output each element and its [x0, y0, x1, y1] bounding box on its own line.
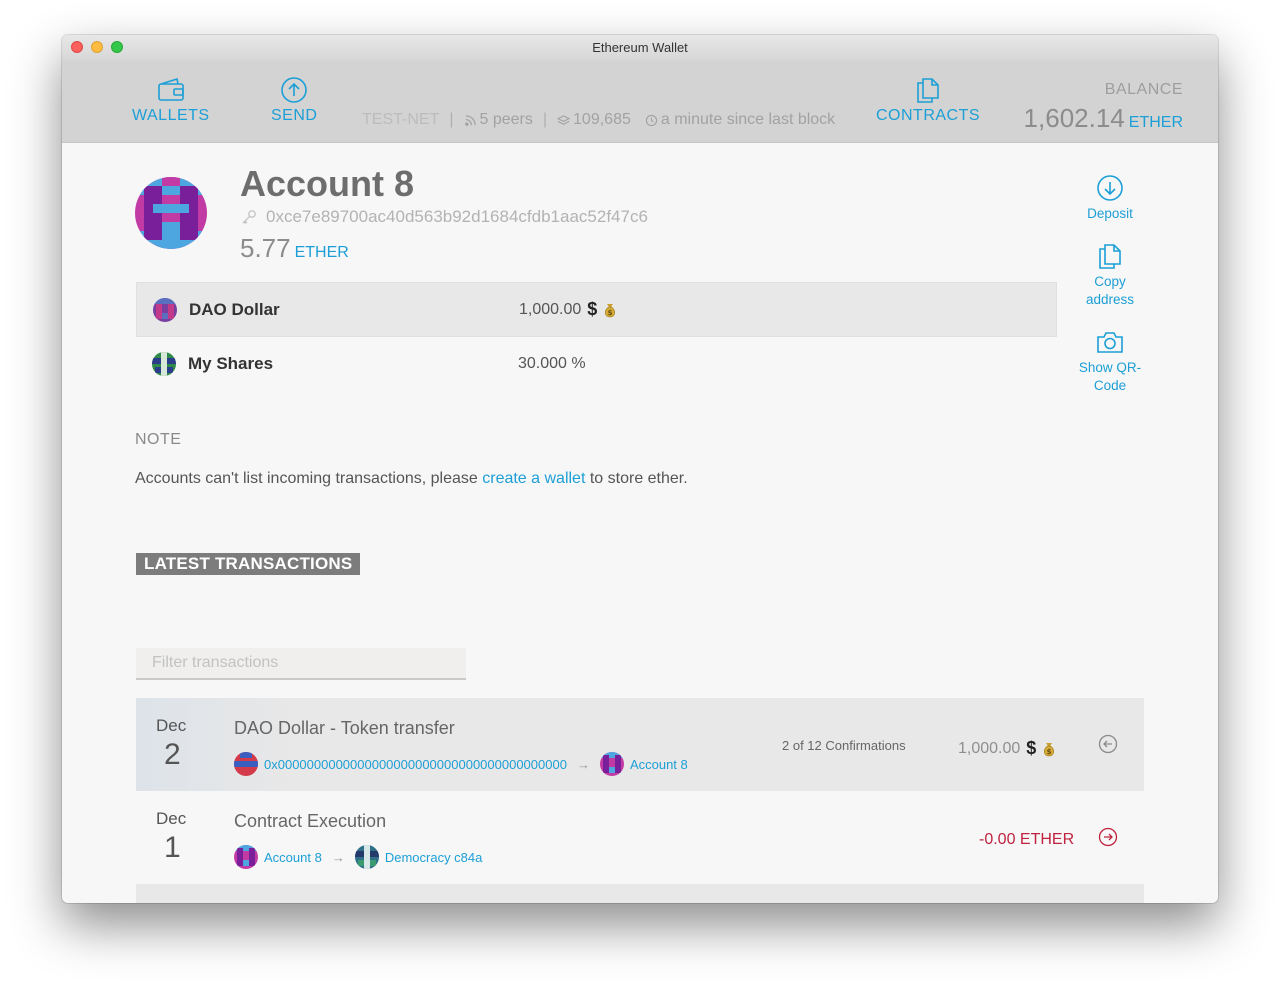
note-text: Accounts can't list incoming transaction…	[135, 470, 688, 487]
copy-address-button[interactable]: Copy address	[1072, 241, 1148, 309]
latest-transactions-heading: LATEST TRANSACTIONS	[136, 553, 361, 575]
outgoing-arrow-icon[interactable]	[1098, 827, 1118, 847]
account-identicon	[135, 177, 207, 249]
block-number: 109,685	[573, 111, 631, 128]
balance-label: BALANCE	[1104, 81, 1183, 98]
copy-icon	[1099, 244, 1121, 269]
account-page: Account 8 0xce7e89700ac40d563b92d1684cfd…	[62, 143, 1218, 903]
account-name: Account 8	[240, 163, 415, 204]
token-row[interactable]: My Shares 30.000 %	[136, 337, 1057, 390]
my-shares-identicon	[152, 351, 176, 376]
peers-count: 5 peers	[479, 111, 533, 128]
token-row[interactable]: DAO Dollar 1,000.00 $ $	[136, 282, 1057, 337]
arrow-right-icon: →	[331, 849, 345, 865]
svg-text:$: $	[608, 309, 613, 317]
tx-from-account[interactable]: Account 8	[264, 850, 322, 865]
contract-identicon	[354, 845, 379, 869]
tx-month: Dec	[156, 809, 187, 828]
send-nav-button[interactable]: SEND	[271, 75, 317, 125]
last-block-time: a minute since last block	[660, 111, 836, 128]
tx-title: DAO Dollar - Token transfer	[234, 718, 455, 738]
money-bag-icon: $	[1044, 742, 1055, 756]
network-name: TEST-NET	[362, 111, 440, 128]
incoming-arrow-icon[interactable]	[1098, 734, 1118, 754]
contracts-nav-button[interactable]: CONTRACTS	[876, 75, 980, 125]
deposit-button[interactable]: Deposit	[1072, 173, 1148, 223]
layers-icon	[557, 114, 571, 125]
tx-flow: 0x00000000000000000000000000000000000000…	[234, 752, 688, 776]
token-balance: 30.000 %	[518, 354, 586, 372]
top-navigation: WALLETS SEND TEST-NET | 5 peers | 109,68…	[62, 61, 1218, 143]
note-heading: NOTE	[135, 431, 182, 448]
transaction-list: Dec 2 DAO Dollar - Token transfer 0x0000…	[136, 698, 1144, 903]
wallets-nav-button[interactable]: WALLETS	[132, 75, 210, 125]
clock-icon	[645, 114, 658, 126]
transaction-row[interactable]	[136, 884, 1144, 903]
close-window-button[interactable]	[71, 41, 83, 53]
create-wallet-link[interactable]: create a wallet	[482, 470, 585, 487]
token-name: DAO Dollar	[189, 299, 280, 319]
tx-title: Contract Execution	[234, 811, 387, 831]
wallet-icon	[157, 77, 184, 101]
money-bag-icon: $	[605, 303, 616, 317]
peers-icon	[464, 114, 476, 126]
token-name: My Shares	[188, 353, 274, 373]
filter-transactions-input[interactable]	[136, 648, 466, 680]
tx-to-contract[interactable]: Democracy c84a	[385, 850, 483, 865]
sender-identicon	[234, 752, 258, 776]
tx-flow: Account 8 → Democracy c84a	[234, 845, 482, 869]
camera-icon	[1097, 332, 1123, 353]
title-bar: Ethereum Wallet	[62, 35, 1218, 61]
token-list: DAO Dollar 1,000.00 $ $ My Shares 30.000…	[136, 282, 1057, 390]
zoom-window-button[interactable]	[111, 41, 123, 53]
show-qr-code-button[interactable]: Show QR-Code	[1072, 327, 1148, 395]
arrow-right-icon: →	[576, 756, 590, 772]
key-icon	[242, 210, 256, 224]
total-balance: 1,602.14 ETHER	[1023, 103, 1183, 133]
tx-amount: -0.00 ETHER	[979, 831, 1075, 848]
tx-amount: 1,000.00 $ $	[958, 738, 1056, 759]
network-status: TEST-NET | 5 peers | 109,685 a minute si…	[362, 111, 836, 128]
svg-text:$: $	[1047, 748, 1052, 756]
account-address[interactable]: 0xce7e89700ac40d563b92d1684cfdb1aac52f47…	[240, 207, 648, 227]
minimize-window-button[interactable]	[91, 41, 103, 53]
tx-to-account[interactable]: Account 8	[630, 757, 688, 772]
documents-icon	[917, 78, 939, 103]
token-balance: 1,000.00 $ $	[519, 299, 617, 320]
window-title: Ethereum Wallet	[592, 40, 688, 55]
dao-dollar-identicon	[153, 297, 177, 322]
recipient-identicon	[599, 752, 624, 776]
window-controls	[71, 41, 123, 53]
tx-day: 2	[164, 738, 181, 771]
arrow-up-circle-icon	[281, 77, 308, 103]
account-balance: 5.77 ETHER	[240, 233, 349, 263]
app-window: Ethereum Wallet WALLETS SEND TEST-NET |	[62, 35, 1218, 903]
arrow-down-circle-icon	[1097, 175, 1123, 201]
tx-day: 1	[164, 831, 181, 864]
transaction-row[interactable]: Dec 2 DAO Dollar - Token transfer 0x0000…	[136, 698, 1144, 791]
sender-identicon	[234, 845, 258, 869]
tx-from-address[interactable]: 0x00000000000000000000000000000000000000…	[264, 757, 567, 772]
tx-confirmations: 2 of 12 Confirmations	[782, 738, 906, 753]
transaction-row[interactable]: Dec 1 Contract Execution Account 8 → Dem…	[136, 791, 1144, 884]
tx-month: Dec	[156, 716, 187, 735]
account-actions: Deposit Copy address Show QR-Code	[1072, 173, 1148, 413]
